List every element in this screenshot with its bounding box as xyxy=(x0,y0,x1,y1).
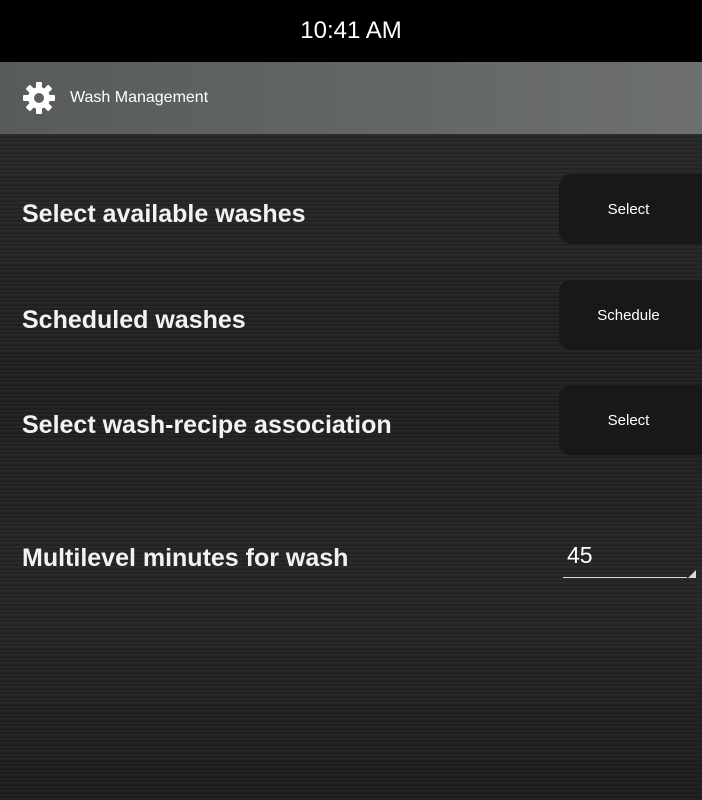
status-bar: 10:41 AM xyxy=(0,0,702,62)
select-wash-recipe-association-button[interactable]: Select xyxy=(559,385,702,455)
select-available-washes-button[interactable]: Select xyxy=(559,174,702,244)
wash-recipe-association-label: Select wash-recipe association xyxy=(22,411,392,439)
multilevel-minutes-label: Multilevel minutes for wash xyxy=(22,544,349,572)
gear-icon xyxy=(22,81,56,115)
schedule-washes-button[interactable]: Schedule xyxy=(559,280,702,350)
multilevel-minutes-value: 45 xyxy=(567,542,593,568)
settings-panel: Select available washes Select Scheduled… xyxy=(0,134,702,800)
scheduled-washes-label: Scheduled washes xyxy=(22,306,246,334)
status-time: 10:41 AM xyxy=(300,17,402,44)
input-underline xyxy=(563,577,687,578)
select-available-washes-label: Select available washes xyxy=(22,200,306,228)
multilevel-minutes-input[interactable]: 45 xyxy=(563,538,696,578)
resize-corner-icon xyxy=(688,570,696,578)
page-title: Wash Management xyxy=(70,89,209,106)
app-bar: Wash Management xyxy=(0,62,702,134)
